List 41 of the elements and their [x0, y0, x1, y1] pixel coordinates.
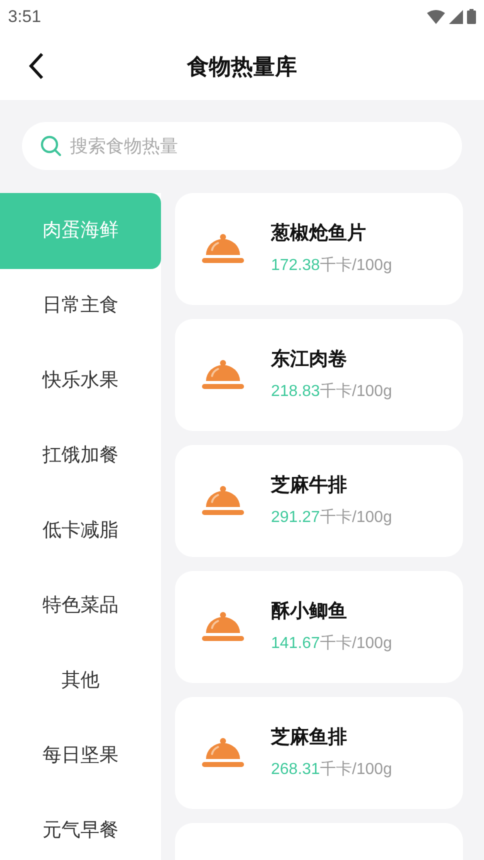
calorie-unit: 千卡/100g [320, 508, 392, 528]
food-name: 芝麻鱼排 [271, 726, 348, 750]
category-tab[interactable]: 每日坚果 [0, 719, 161, 794]
category-tab[interactable]: 特色菜品 [0, 569, 161, 644]
search-field[interactable]: 搜索食物热量 [22, 122, 462, 170]
calorie-unit: 千卡/100g [320, 256, 392, 276]
page-title: 食物热量库 [187, 53, 297, 81]
food-cover-icon [201, 611, 245, 643]
calorie-unit: 千卡/100g [320, 382, 392, 402]
calorie-value: 291.27 [271, 508, 320, 528]
food-cover-icon [201, 485, 245, 517]
calorie-unit: 千卡/100g [320, 634, 392, 654]
food-name: 芝麻牛排 [271, 474, 348, 498]
category-tab[interactable]: 低卡减脂 [0, 494, 161, 569]
food-cover-icon [201, 737, 245, 769]
food-card[interactable]: 葱椒炝鱼片 172.38千卡/100g [175, 193, 463, 305]
category-tab[interactable]: 其他 [0, 644, 161, 719]
food-card[interactable]: 芝麻牛排 291.27千卡/100g [175, 445, 463, 557]
battery-icon [467, 9, 476, 24]
signal-icon [449, 10, 463, 24]
food-name: 酥小鲫鱼 [271, 600, 348, 624]
food-name: 葱椒炝鱼片 [271, 222, 367, 246]
food-card[interactable]: 东江肉卷 218.83千卡/100g [175, 319, 463, 431]
calorie-value: 141.67 [271, 634, 320, 654]
wifi-icon [427, 10, 445, 24]
calorie-value: 172.38 [271, 256, 320, 276]
food-name: 东江肉卷 [271, 348, 348, 372]
category-tab[interactable]: 日常主食 [0, 269, 161, 344]
category-tab[interactable]: 扛饿加餐 [0, 419, 161, 494]
calorie-value: 268.31 [271, 760, 320, 780]
back-button[interactable] [26, 51, 46, 81]
food-card[interactable]: 芝麻鱼排 268.31千卡/100g [175, 697, 463, 809]
food-cover-icon [201, 359, 245, 391]
food-cover-icon [201, 233, 245, 265]
search-icon [40, 135, 62, 157]
category-tab[interactable]: 快乐水果 [0, 344, 161, 419]
calorie-unit: 千卡/100g [320, 760, 392, 780]
status-time: 3:51 [8, 6, 42, 28]
calorie-value: 218.83 [271, 382, 320, 402]
category-tab[interactable]: 元气早餐 [0, 794, 161, 860]
food-card[interactable]: 酥小鲫鱼 141.67千卡/100g [175, 571, 463, 683]
